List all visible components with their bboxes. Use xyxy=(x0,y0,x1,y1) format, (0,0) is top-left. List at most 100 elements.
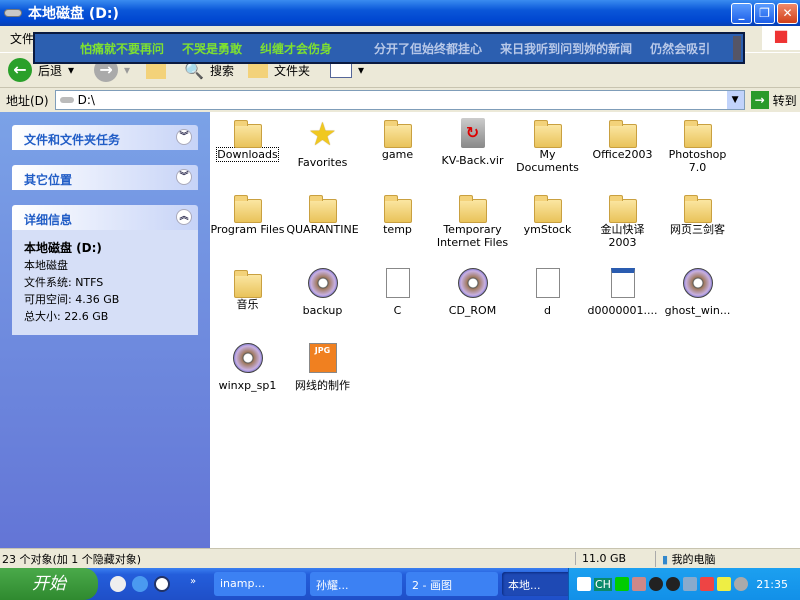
file-item[interactable]: backup xyxy=(285,268,360,317)
file-item[interactable]: 音乐 xyxy=(210,268,285,311)
cd-icon xyxy=(457,268,488,298)
folders-icon xyxy=(248,62,269,78)
windows-logo-icon: ■ xyxy=(762,26,800,50)
back-button[interactable]: 后退 xyxy=(38,62,62,79)
panel-other-places[interactable]: 其它位置 ︾ xyxy=(12,165,198,190)
game-icon[interactable] xyxy=(631,577,646,591)
doc-icon xyxy=(535,268,560,298)
file-item[interactable]: ghost_win... xyxy=(660,268,735,317)
search-button[interactable]: 搜索 xyxy=(210,62,234,79)
file-item[interactable]: temp xyxy=(360,193,435,236)
star-icon: ★ xyxy=(308,115,337,153)
ie-icon[interactable] xyxy=(132,576,148,592)
task-pane: 文件和文件夹任务 ︾ 其它位置 ︾ 详细信息 ︽ 本地磁盘 (D:) 本地磁盘 文件系… xyxy=(0,112,210,548)
file-name: My Documents xyxy=(516,148,579,174)
taskbar-item[interactable]: inamp... xyxy=(214,572,306,596)
cd-icon xyxy=(232,343,263,373)
file-name: 音乐 xyxy=(236,298,259,311)
file-item[interactable]: 金山快译 2003 xyxy=(585,193,660,249)
file-item[interactable]: ★ Favorites xyxy=(285,118,360,169)
go-button[interactable]: → 转到 xyxy=(750,91,797,109)
status-location-label: 我的电脑 xyxy=(671,552,716,566)
file-item[interactable]: Office2003 xyxy=(585,118,660,161)
file-item[interactable]: d xyxy=(510,268,585,317)
folder-icon xyxy=(233,195,262,223)
start-button[interactable]: 开始 xyxy=(0,568,98,600)
drive-type: 本地磁盘 xyxy=(24,259,68,272)
quick-launch-icon[interactable] xyxy=(110,576,126,592)
file-item[interactable]: JPG 网线的制作 xyxy=(285,343,360,392)
folder-icon xyxy=(383,195,412,223)
panel-details[interactable]: 详细信息 ︽ xyxy=(12,205,198,230)
file-name: game xyxy=(381,148,414,161)
file-item[interactable]: Program Files xyxy=(210,193,285,236)
tray-icon[interactable] xyxy=(699,577,714,591)
expand-chevron-icon[interactable]: ︾ xyxy=(176,169,192,185)
file-name: Favorites xyxy=(297,156,348,169)
tray-icon[interactable] xyxy=(716,577,731,591)
folder-icon xyxy=(608,195,637,223)
drive-icon xyxy=(59,97,74,103)
lyric-line: 仍然会吸引 xyxy=(650,41,711,56)
more-chevron-icon[interactable]: » xyxy=(190,576,206,592)
lyrics-overlay: 怕痛就不要再问 不哭是勇敢 纠缠才会伤身 分开了但始终都挂心 来日我听到问到妳的… xyxy=(33,32,745,64)
file-item[interactable]: ymStock xyxy=(510,193,585,236)
panel-file-tasks[interactable]: 文件和文件夹任务 ︾ xyxy=(12,125,198,150)
file-item[interactable]: QUARANTINE xyxy=(285,193,360,236)
lyric-line: 不哭是勇敢 xyxy=(182,41,243,56)
file-name: C xyxy=(393,304,402,317)
file-name: Office2003 xyxy=(592,148,653,161)
menu-file[interactable]: 文件 xyxy=(10,32,34,46)
views-icon[interactable] xyxy=(330,62,353,78)
window-title: 本地磁盘 (D:) xyxy=(28,6,119,22)
qq-icon[interactable] xyxy=(665,577,680,591)
file-item[interactable]: My Documents xyxy=(510,118,585,174)
lyrics-grip-handle[interactable] xyxy=(733,36,741,60)
minimize-button[interactable]: _ xyxy=(731,3,752,24)
status-count: 23 个对象(加 1 个隐藏对象) xyxy=(2,552,142,566)
tray-icon[interactable] xyxy=(614,577,629,591)
tray-icon[interactable] xyxy=(577,577,591,591)
win-icon xyxy=(610,268,635,298)
maximize-button[interactable]: ❐ xyxy=(754,3,775,24)
taskbar-item[interactable]: 2 - 画图 xyxy=(406,572,498,596)
expand-chevron-icon[interactable]: ︾ xyxy=(176,129,192,145)
computer-icon: ▮ xyxy=(662,552,669,566)
go-label: 转到 xyxy=(772,93,797,108)
file-name: backup xyxy=(302,304,343,317)
address-value: D:\ xyxy=(77,93,95,107)
doc-icon xyxy=(385,268,410,298)
media-player-icon[interactable] xyxy=(154,576,170,592)
status-location: ▮ 我的电脑 xyxy=(655,550,716,567)
file-item[interactable]: winxp_sp1 xyxy=(210,343,285,392)
close-button[interactable]: ✕ xyxy=(777,3,798,24)
address-dropdown-button[interactable]: ▼ xyxy=(726,91,744,109)
file-name: d xyxy=(544,304,551,317)
folder-icon xyxy=(233,120,262,148)
folders-button[interactable]: 文件夹 xyxy=(274,62,310,79)
file-item[interactable]: CD_ROM xyxy=(435,268,510,317)
file-item[interactable]: d0000001.... xyxy=(585,268,660,317)
qq-icon[interactable] xyxy=(648,577,663,591)
file-item[interactable]: game xyxy=(360,118,435,161)
file-name: CD_ROM xyxy=(448,304,497,317)
go-arrow-icon: → xyxy=(750,91,769,109)
file-name: Program Files xyxy=(210,223,285,236)
taskbar-item[interactable]: 孙耀... xyxy=(310,572,402,596)
network-icon[interactable] xyxy=(682,577,697,591)
file-item[interactable]: 网页三剑客 xyxy=(660,193,735,236)
language-indicator[interactable]: CH xyxy=(594,577,612,591)
back-arrow-icon[interactable]: ← xyxy=(8,58,32,82)
file-item[interactable]: Photoshop 7.0 xyxy=(660,118,735,174)
total-size: 总大小: 22.6 GB xyxy=(24,310,109,323)
collapse-chevron-icon[interactable]: ︽ xyxy=(176,209,192,225)
file-item[interactable]: C xyxy=(360,268,435,317)
folder-icon xyxy=(683,120,712,148)
address-input[interactable]: D:\ ▼ xyxy=(54,90,745,110)
volume-icon[interactable] xyxy=(733,577,748,591)
file-name: KV-Back.vir xyxy=(441,154,504,167)
file-item[interactable]: ↻ KV-Back.vir xyxy=(435,118,510,167)
file-item[interactable]: Temporary Internet Files xyxy=(435,193,510,249)
details-body: 本地磁盘 (D:) 本地磁盘 文件系统: NTFS 可用空间: 4.36 GB … xyxy=(12,230,198,335)
file-item[interactable]: Downloads xyxy=(210,118,285,162)
